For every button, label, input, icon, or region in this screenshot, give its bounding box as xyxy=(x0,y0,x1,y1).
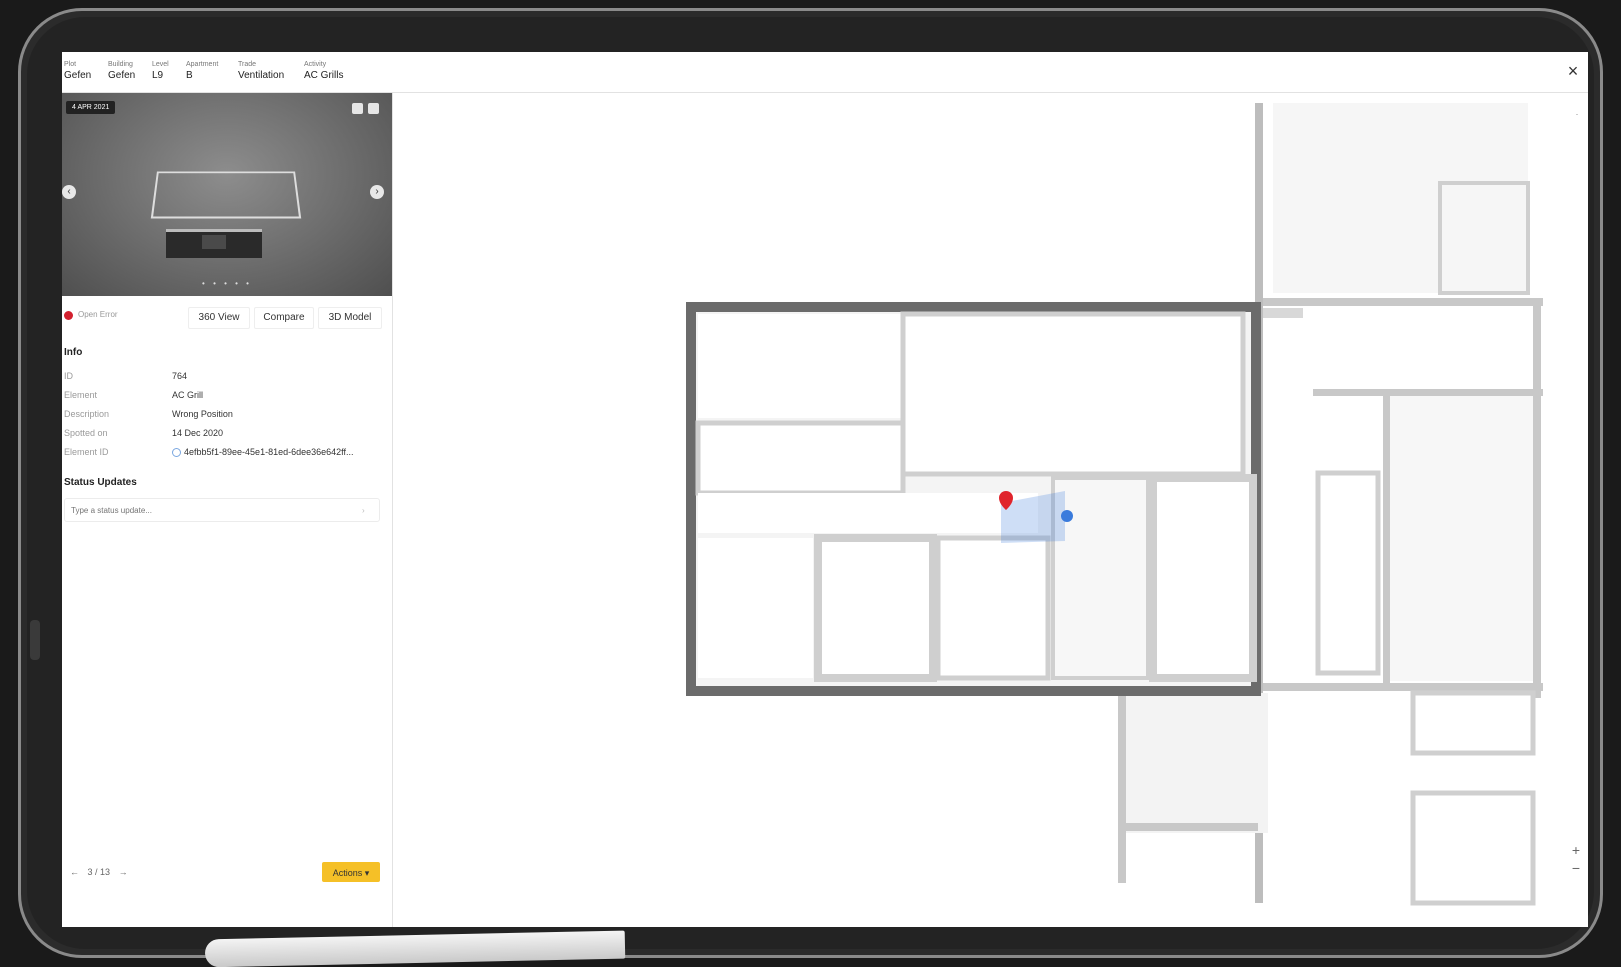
breadcrumb-activity[interactable]: Activity AC Grills xyxy=(304,60,343,83)
info-key-element: Element xyxy=(64,390,98,400)
floor-plan-map[interactable]: · + − xyxy=(393,93,1588,927)
fullscreen-icon[interactable] xyxy=(368,103,379,114)
info-value-element-id[interactable]: 4efbb5f1-89ee-45e1-81ed-6dee36e642ff... xyxy=(184,447,353,457)
breadcrumb-value: Gefen xyxy=(64,70,92,81)
issue-pager: ← 3 / 13 → xyxy=(70,867,128,877)
issue-details-panel: 4 APR 2021 ‹ › • • • • • Open Error 360 … xyxy=(62,93,393,927)
breadcrumb-building[interactable]: Building Gefen xyxy=(108,60,135,83)
zoom-out-icon[interactable]: − xyxy=(1568,859,1584,877)
next-issue-icon[interactable]: → xyxy=(119,867,128,877)
status-label[interactable]: Open Error xyxy=(78,310,118,319)
close-icon[interactable]: × xyxy=(1564,62,1582,80)
compare-button[interactable]: Compare xyxy=(254,307,314,329)
info-key-id: ID xyxy=(64,371,73,381)
send-icon[interactable]: › xyxy=(362,506,365,515)
info-value-description: Wrong Position xyxy=(172,409,233,419)
element-link-icon[interactable] xyxy=(172,448,181,457)
breadcrumb-value: B xyxy=(186,70,193,81)
info-key-spotted: Spotted on xyxy=(64,428,108,438)
info-key-description: Description xyxy=(64,409,110,419)
breadcrumb-key: Activity xyxy=(304,61,327,68)
breadcrumb-key: Trade xyxy=(238,61,257,68)
breadcrumb-value: Ventilation xyxy=(238,70,285,81)
error-status-dot xyxy=(64,311,73,320)
expand-icon[interactable] xyxy=(352,103,363,114)
prev-issue-icon[interactable]: ← xyxy=(70,867,79,877)
breadcrumb-key: Plot xyxy=(64,61,77,68)
pager-count: 3 / 13 xyxy=(87,867,111,877)
photo-date-badge: 4 APR 2021 xyxy=(66,101,116,114)
breadcrumb-value: AC Grills xyxy=(304,70,344,81)
prev-photo-icon[interactable]: ‹ xyxy=(62,185,76,199)
map-info-icon[interactable]: · xyxy=(1572,109,1582,119)
breadcrumb-trade[interactable]: Trade Ventilation xyxy=(238,60,284,83)
view-360-button[interactable]: 360 View xyxy=(188,307,250,329)
ac-grill-unit xyxy=(202,235,226,249)
breadcrumb-key: Level xyxy=(152,61,169,68)
app-screen: Plot Gefen Building Gefen Level L9 Apart… xyxy=(62,52,1588,927)
info-key-element-id: Element ID xyxy=(64,447,109,457)
breadcrumb-plot[interactable]: Plot Gefen xyxy=(64,60,91,83)
floor-plan-walls xyxy=(686,103,1543,906)
tablet-side-button xyxy=(30,620,40,660)
header-bar: Plot Gefen Building Gefen Level L9 Apart… xyxy=(62,52,1588,93)
breadcrumb-key: Apartment xyxy=(186,61,219,68)
floor-plan-svg[interactable] xyxy=(393,93,1588,927)
camera-position-icon[interactable] xyxy=(1061,510,1073,522)
info-value-id: 764 xyxy=(172,371,188,381)
breadcrumb-value: L9 xyxy=(152,70,164,81)
breadcrumb-value: Gefen xyxy=(108,70,136,81)
info-heading: Info xyxy=(64,347,83,358)
info-value-element: AC Grill xyxy=(172,390,203,400)
3d-model-button[interactable]: 3D Model xyxy=(318,307,382,329)
photo-pagination-dots[interactable]: • • • • • xyxy=(62,279,392,288)
status-row: Open Error 360 View Compare 3D Model xyxy=(62,307,392,329)
next-photo-icon[interactable]: › xyxy=(370,185,384,199)
info-value-spotted: 14 Dec 2020 xyxy=(172,428,224,438)
status-update-input[interactable] xyxy=(64,498,380,522)
ceiling-outline xyxy=(150,171,302,219)
zoom-in-icon[interactable]: + xyxy=(1568,841,1584,859)
breadcrumb-apartment[interactable]: Apartment B xyxy=(186,60,218,83)
actions-button[interactable]: Actions ▾ xyxy=(322,862,380,882)
status-updates-heading: Status Updates xyxy=(64,477,137,488)
map-zoom-controls: + − xyxy=(1568,841,1584,877)
issue-photo[interactable]: 4 APR 2021 ‹ › • • • • • xyxy=(62,93,392,296)
breadcrumb-level[interactable]: Level L9 xyxy=(152,60,169,83)
breadcrumb-key: Building xyxy=(108,61,133,68)
